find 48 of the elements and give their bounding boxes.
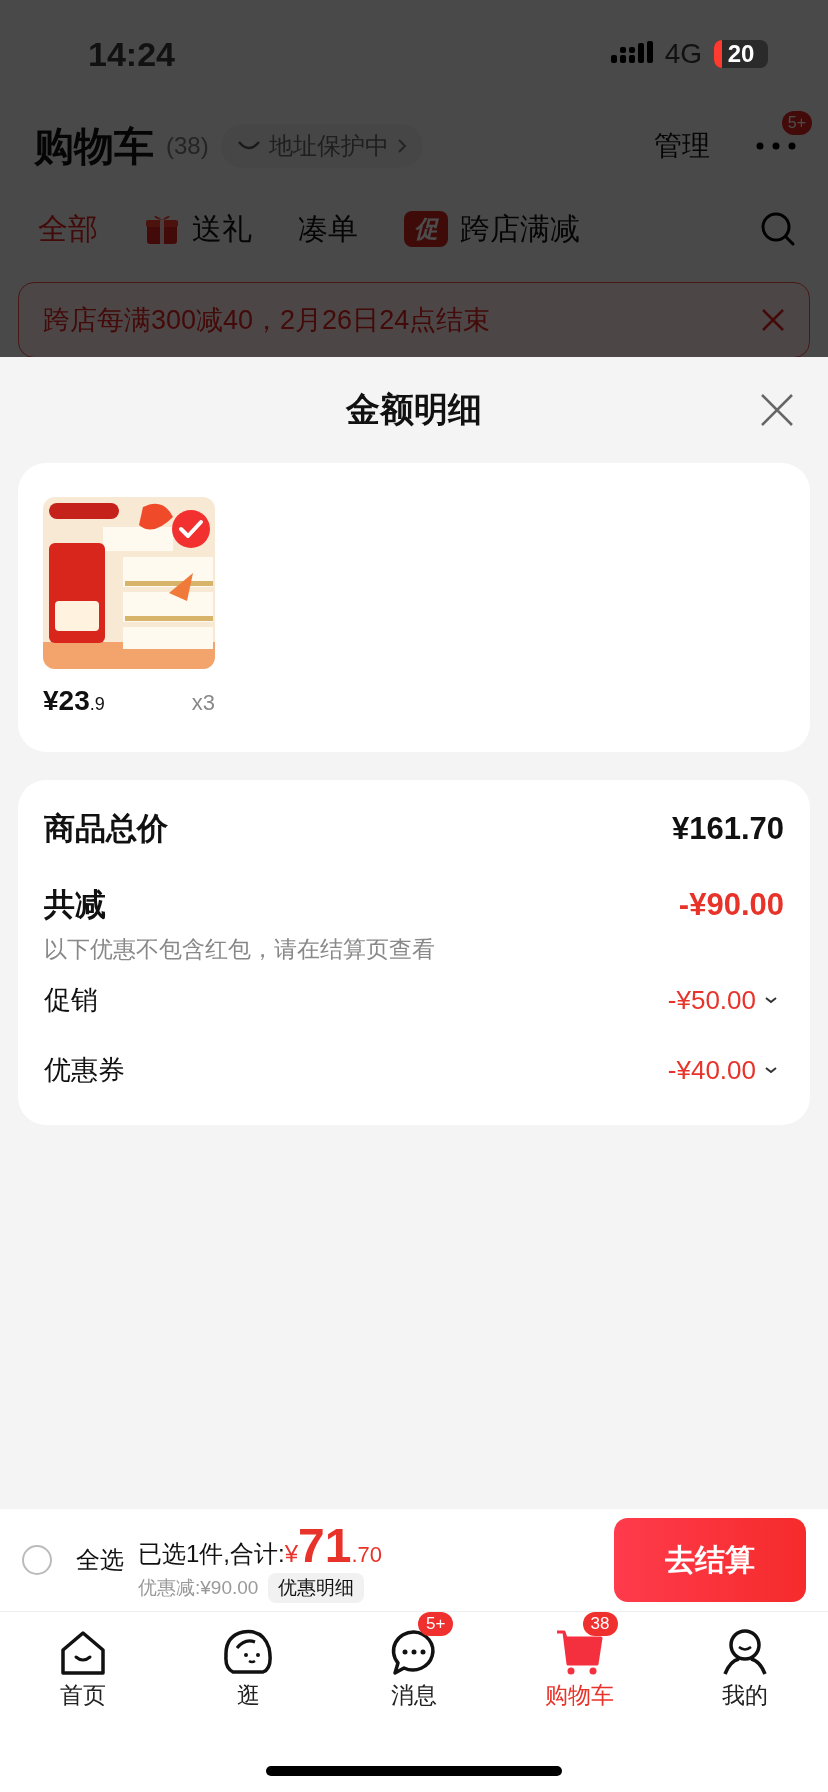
smiling-face-icon <box>223 1628 274 1676</box>
notification-badge: 5+ <box>781 111 812 135</box>
discount-type-label: 促销 <box>44 984 98 1017</box>
tab-bar-item[interactable]: 5+ 消息 <box>331 1612 497 1722</box>
cart-icon <box>554 1628 605 1676</box>
home-icon <box>58 1630 107 1676</box>
tab-bar-item[interactable]: 我的 <box>662 1612 828 1722</box>
notification-badge: 38 <box>582 1612 618 1636</box>
filter-tab[interactable]: 凑单 <box>298 208 358 250</box>
discount-type-label: 优惠券 <box>44 1054 125 1087</box>
network-type: 4G <box>664 38 702 70</box>
chat-icon <box>390 1628 438 1676</box>
discount-value: -¥90.00 <box>678 887 784 923</box>
manage-button[interactable]: 管理 <box>654 127 710 165</box>
total-amount: ¥71.70 <box>284 1517 383 1573</box>
search-icon[interactable] <box>760 211 796 247</box>
select-all-label: 全选 <box>76 1545 124 1575</box>
tab-bar-item[interactable]: 38 购物车 <box>496 1612 663 1722</box>
close-icon[interactable] <box>760 393 794 427</box>
total-label: 商品总价 <box>44 810 168 848</box>
notification-badge: 5+ <box>418 1612 454 1636</box>
selected-summary: 已选1件,合计: <box>138 1538 285 1569</box>
sheet-title: 金额明细 <box>346 389 482 430</box>
page-title: 购物车 <box>34 122 154 170</box>
total-value: ¥161.70 <box>671 811 784 847</box>
discount-note: 以下优惠不包含红包，请在结算页查看 <box>44 935 436 964</box>
filter-tab[interactable]: 送礼 <box>144 208 252 250</box>
more-icon[interactable] <box>756 141 796 151</box>
status-time: 14:24 <box>88 34 175 74</box>
discount-detail-button[interactable]: 优惠明细 <box>268 1572 365 1603</box>
chevron-right-icon <box>396 138 407 154</box>
battery-indicator: 20 <box>714 40 768 68</box>
select-all-checkbox[interactable] <box>22 1545 52 1575</box>
checkout-button[interactable]: 去结算 <box>614 1518 806 1602</box>
chevron-down-icon <box>764 1065 778 1075</box>
check-icon <box>171 509 211 549</box>
item-quantity: x3 <box>191 690 215 716</box>
discount-amount-toggle[interactable]: -¥40.00 <box>667 1054 778 1086</box>
chevron-down-icon <box>764 995 778 1005</box>
profile-icon <box>722 1628 769 1676</box>
discount-summary: 优惠减:¥90.00 <box>138 1575 259 1600</box>
discount-amount-toggle[interactable]: -¥50.00 <box>667 984 778 1016</box>
promo-text: 跨店每满300减40，2月26日24点结束 <box>43 304 491 337</box>
tab-bar-item[interactable]: 逛 <box>165 1612 332 1722</box>
item-price: ¥23.9 <box>43 685 105 717</box>
filter-tab[interactable]: 促 跨店满减 <box>404 208 580 250</box>
tab-bar-item[interactable]: 首页 <box>0 1612 166 1722</box>
discount-label: 共减 <box>44 886 106 924</box>
